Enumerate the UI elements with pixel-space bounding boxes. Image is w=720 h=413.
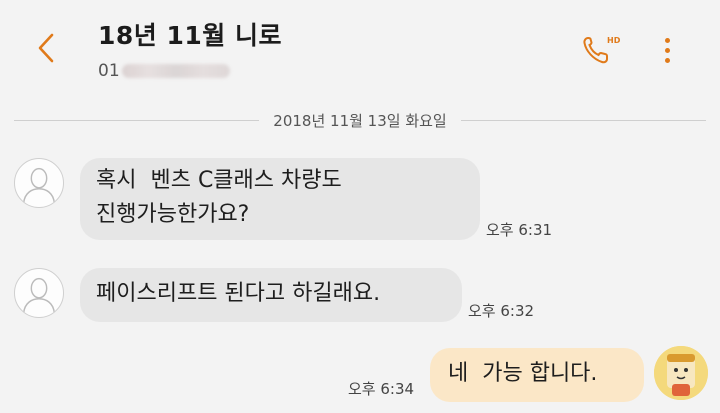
contact-avatar[interactable] bbox=[14, 268, 64, 318]
incoming-message-bubble[interactable]: 혹시 벤츠 C클래스 차량도 진행가능한가요? bbox=[80, 158, 480, 240]
incoming-message-bubble[interactable]: 페이스리프트 된다고 하길래요. bbox=[80, 268, 462, 322]
phone-number-visible: 01 bbox=[98, 61, 120, 81]
date-separator: 2018년 11월 13일 화요일 bbox=[14, 108, 707, 132]
back-button[interactable] bbox=[28, 28, 64, 68]
date-label: 2018년 11월 13일 화요일 bbox=[273, 111, 447, 130]
redacted-phone-digits bbox=[121, 64, 230, 78]
message-line: 진행가능한가요? bbox=[96, 202, 250, 227]
hd-call-button[interactable]: HD bbox=[580, 32, 621, 68]
dot bbox=[664, 37, 670, 43]
chevron-left-icon bbox=[38, 33, 54, 63]
more-options-button[interactable] bbox=[656, 32, 678, 68]
outgoing-message-bubble[interactable]: 네 가능 합니다. bbox=[430, 348, 644, 402]
message-line: 혹시 벤츠 C클래스 차량도 bbox=[96, 168, 342, 193]
person-icon bbox=[22, 277, 56, 314]
conversation-title: 18년 11월 니로 bbox=[98, 21, 282, 50]
divider-line bbox=[460, 119, 707, 121]
phone-number: 01 bbox=[98, 60, 230, 82]
character-avatar-icon bbox=[654, 346, 708, 400]
message-time: 오후 6:32 bbox=[468, 302, 535, 320]
message-line: 네 가능 합니다. bbox=[448, 361, 598, 386]
phone-icon: HD bbox=[583, 36, 621, 64]
dot bbox=[664, 47, 670, 53]
my-avatar[interactable] bbox=[654, 346, 708, 400]
hd-badge: HD bbox=[607, 36, 620, 45]
dot bbox=[664, 57, 670, 63]
conversation-header: 18년 11월 니로 01 HD bbox=[0, 0, 720, 96]
person-icon bbox=[22, 167, 56, 204]
message-line: 페이스리프트 된다고 하길래요. bbox=[96, 281, 381, 306]
divider-line bbox=[14, 119, 260, 121]
message-time: 오후 6:34 bbox=[348, 380, 415, 398]
contact-avatar[interactable] bbox=[14, 158, 64, 208]
message-time: 오후 6:31 bbox=[486, 221, 553, 239]
